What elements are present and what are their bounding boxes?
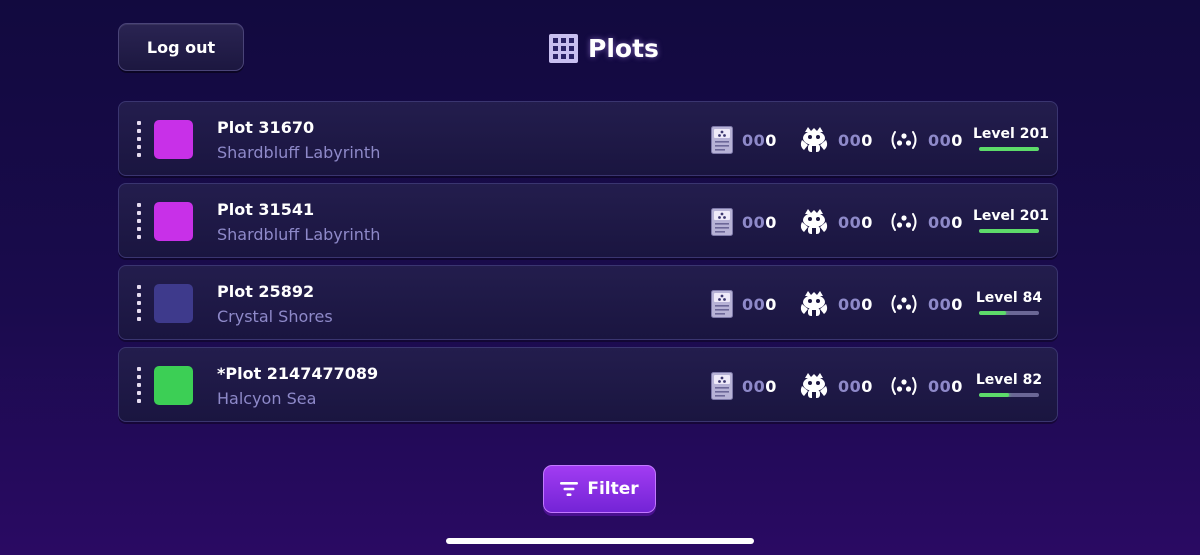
card-count-lit: 0 bbox=[765, 212, 777, 232]
cluster-count-dim: 00 bbox=[928, 376, 952, 396]
filter-icon bbox=[560, 482, 579, 496]
plot-row[interactable]: Plot 31541 Shardbluff Labyrinth 000 000 bbox=[118, 183, 1058, 258]
plot-location: Halcyon Sea bbox=[217, 389, 317, 408]
card-count-lit: 0 bbox=[765, 376, 777, 396]
plot-name: Plot 31541 bbox=[217, 200, 315, 219]
cluster-icon bbox=[891, 213, 917, 231]
card-stat: 000 bbox=[711, 290, 777, 318]
creature-stat: 000 bbox=[799, 208, 873, 236]
creature-icon bbox=[800, 373, 828, 398]
plot-color-swatch bbox=[154, 366, 193, 405]
cluster-count-lit: 0 bbox=[951, 130, 963, 150]
cluster-icon bbox=[891, 131, 917, 149]
creature-count-dim: 00 bbox=[838, 130, 862, 150]
logout-button[interactable]: Log out bbox=[118, 23, 244, 71]
home-indicator[interactable] bbox=[446, 538, 754, 544]
page-header: Plots bbox=[549, 31, 659, 65]
drag-handle-icon[interactable] bbox=[137, 121, 141, 157]
drag-handle-icon[interactable] bbox=[137, 285, 141, 321]
grid-icon bbox=[549, 33, 578, 63]
level-progress-bar bbox=[979, 147, 1039, 151]
cluster-count-dim: 00 bbox=[928, 212, 952, 232]
cluster-stat: 000 bbox=[889, 126, 963, 154]
card-icon bbox=[711, 290, 733, 318]
level-progress-bar bbox=[979, 311, 1039, 315]
level-progress-fill bbox=[979, 311, 1006, 315]
cluster-stat: 000 bbox=[889, 372, 963, 400]
cluster-count-dim: 00 bbox=[928, 130, 952, 150]
cluster-count-lit: 0 bbox=[951, 376, 963, 396]
level-progress-fill bbox=[979, 229, 1039, 233]
drag-handle-icon[interactable] bbox=[137, 203, 141, 239]
plot-color-swatch bbox=[154, 202, 193, 241]
plot-location: Crystal Shores bbox=[217, 307, 333, 326]
filter-button[interactable]: Filter bbox=[543, 465, 656, 513]
creature-count-lit: 0 bbox=[861, 376, 873, 396]
creature-count-lit: 0 bbox=[861, 212, 873, 232]
card-count-lit: 0 bbox=[765, 130, 777, 150]
card-icon bbox=[711, 126, 733, 154]
card-stat: 000 bbox=[711, 126, 777, 154]
level-indicator: Level 84 bbox=[973, 290, 1045, 315]
cluster-icon bbox=[891, 295, 917, 313]
cluster-count-lit: 0 bbox=[951, 294, 963, 314]
plot-row[interactable]: Plot 25892 Crystal Shores 000 000 000 Le… bbox=[118, 265, 1058, 340]
creature-stat: 000 bbox=[799, 372, 873, 400]
creature-count-dim: 00 bbox=[838, 212, 862, 232]
cluster-count-dim: 00 bbox=[928, 294, 952, 314]
creature-count-lit: 0 bbox=[861, 130, 873, 150]
plot-list: Plot 31670 Shardbluff Labyrinth 000 000 bbox=[118, 101, 1058, 429]
plot-color-swatch bbox=[154, 284, 193, 323]
level-label: Level 201 bbox=[973, 208, 1049, 224]
creature-stat: 000 bbox=[799, 290, 873, 318]
level-label: Level 201 bbox=[973, 126, 1049, 142]
card-icon bbox=[711, 372, 733, 400]
logout-label: Log out bbox=[146, 37, 216, 57]
plot-name: Plot 31670 bbox=[217, 118, 315, 137]
filter-label: Filter bbox=[587, 479, 639, 499]
creature-count-dim: 00 bbox=[838, 294, 862, 314]
level-progress-bar bbox=[979, 393, 1039, 397]
creature-count-dim: 00 bbox=[838, 376, 862, 396]
cluster-count-lit: 0 bbox=[951, 212, 963, 232]
card-stat: 000 bbox=[711, 208, 777, 236]
level-progress-fill bbox=[979, 147, 1039, 151]
creature-icon bbox=[800, 127, 828, 152]
card-count-dim: 00 bbox=[742, 212, 766, 232]
level-label: Level 82 bbox=[975, 372, 1043, 388]
level-progress-fill bbox=[979, 393, 1009, 397]
plot-row[interactable]: Plot 31670 Shardbluff Labyrinth 000 000 bbox=[118, 101, 1058, 176]
level-indicator: Level 201 bbox=[973, 126, 1049, 151]
plot-location: Shardbluff Labyrinth bbox=[217, 225, 381, 244]
page-title: Plots bbox=[588, 33, 659, 63]
creature-count-lit: 0 bbox=[861, 294, 873, 314]
card-icon bbox=[711, 208, 733, 236]
card-stat: 000 bbox=[711, 372, 777, 400]
plot-name: *Plot 2147477089 bbox=[217, 364, 379, 383]
cluster-icon bbox=[891, 377, 917, 395]
plot-row[interactable]: *Plot 2147477089 Halcyon Sea 000 000 000… bbox=[118, 347, 1058, 422]
level-indicator: Level 201 bbox=[973, 208, 1049, 233]
creature-icon bbox=[800, 291, 828, 316]
card-count-dim: 00 bbox=[742, 294, 766, 314]
level-indicator: Level 82 bbox=[973, 372, 1045, 397]
card-count-lit: 0 bbox=[765, 294, 777, 314]
plot-name: Plot 25892 bbox=[217, 282, 315, 301]
cluster-stat: 000 bbox=[889, 290, 963, 318]
card-count-dim: 00 bbox=[742, 376, 766, 396]
creature-icon bbox=[800, 209, 828, 234]
card-count-dim: 00 bbox=[742, 130, 766, 150]
cluster-stat: 000 bbox=[889, 208, 963, 236]
level-label: Level 84 bbox=[975, 290, 1043, 306]
level-progress-bar bbox=[979, 229, 1039, 233]
plot-location: Shardbluff Labyrinth bbox=[217, 143, 381, 162]
plot-color-swatch bbox=[154, 120, 193, 159]
drag-handle-icon[interactable] bbox=[137, 367, 141, 403]
creature-stat: 000 bbox=[799, 126, 873, 154]
